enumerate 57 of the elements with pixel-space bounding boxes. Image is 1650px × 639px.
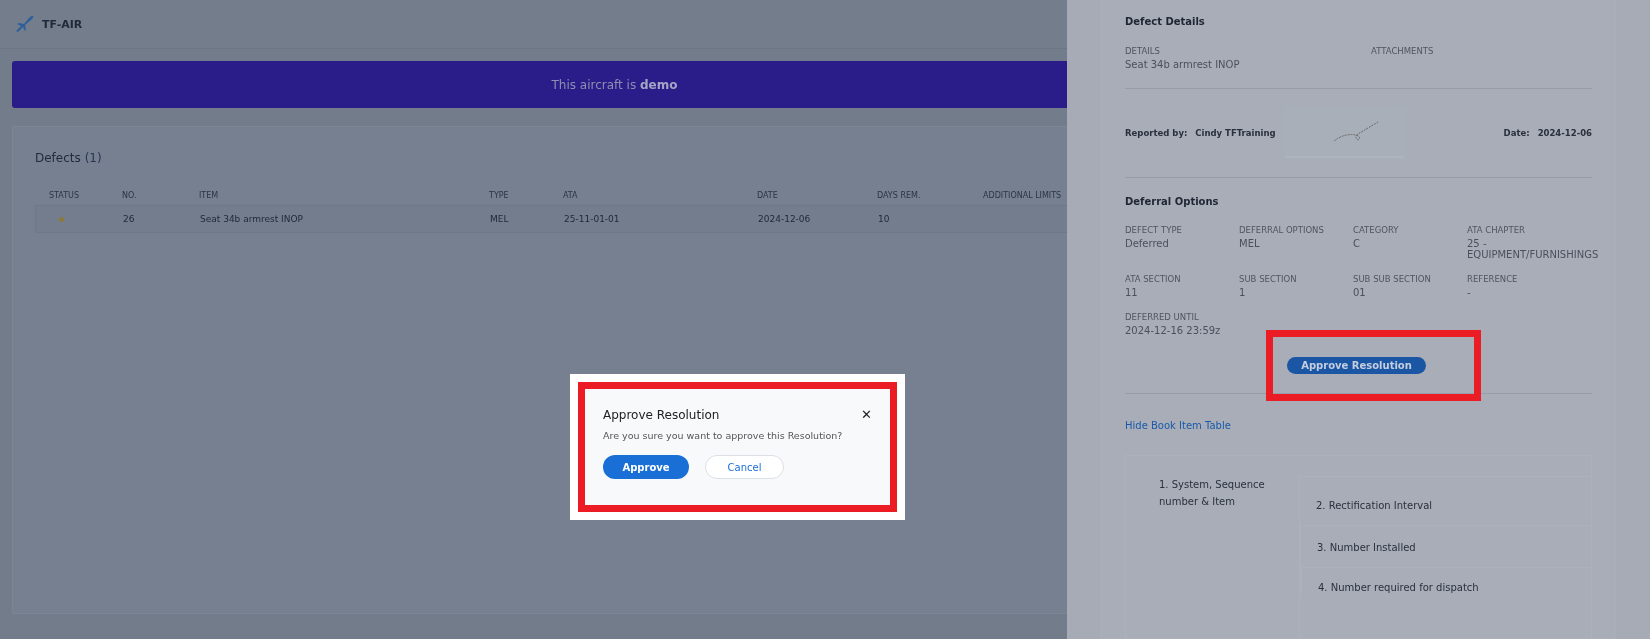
book-item-heading: 1. System, Sequence number & Item: [1159, 478, 1266, 509]
field-label: DEFERRED UNTIL: [1125, 312, 1200, 322]
table-cell-text: 26: [123, 214, 136, 224]
field-label: SUB SUB SECTION: [1353, 274, 1432, 284]
close-button[interactable]: ✕: [861, 407, 872, 422]
reporter-name: Cindy TFTraining: [1195, 128, 1276, 138]
field-value: 11: [1125, 287, 1139, 298]
field-value: 2024-12-16 23:59z: [1125, 325, 1222, 336]
table-cell-text: MEL: [490, 214, 510, 224]
field-value: -: [1467, 287, 1472, 298]
column-header: STATUS: [49, 190, 80, 200]
field-label: SUB SECTION: [1239, 274, 1298, 284]
defect-row[interactable]: 26 Seat 34b armrest INOP MEL 25-11-01-01 2024-12-06 10: [35, 205, 1067, 233]
section-title: Defect Details: [1125, 16, 1206, 27]
column-header: ITEM: [199, 190, 220, 200]
book-item-heading: 4. Number required for dispatch: [1318, 582, 1479, 593]
field-value: C: [1353, 238, 1361, 249]
field-value: Deferred: [1125, 238, 1170, 249]
field-value: MEL: [1239, 238, 1261, 249]
dialog-message: Are you sure you want to approve this Resolution?: [603, 430, 844, 441]
column-header: ADDITIONAL LIMITS: [983, 190, 1063, 200]
table-cell-text: 10: [878, 214, 891, 224]
field-label: REFERENCE: [1467, 274, 1519, 284]
book-item-heading: 2. Rectification Interval: [1316, 500, 1433, 511]
reported-by-label: Reported by:: [1125, 128, 1188, 138]
column-header: DATE: [757, 190, 779, 200]
table-cell-text: Seat 34b armrest INOP: [200, 214, 305, 224]
table-cell-text: 2024-12-06: [758, 214, 812, 224]
field-value: 25 - EQUIPMENT/FURNISHINGS: [1467, 238, 1599, 260]
hide-table-link[interactable]: Hide Book Item Table: [1125, 420, 1231, 431]
section-title: Deferral Options: [1125, 196, 1220, 207]
approve-button[interactable]: Approve: [603, 455, 689, 479]
field-label: ATTACHMENTS: [1371, 46, 1435, 56]
field-label: DEFERRAL OPTIONS: [1239, 225, 1325, 235]
book-item-heading: 3. Number Installed: [1317, 542, 1416, 553]
column-header: ATA: [563, 190, 579, 200]
field-label: CATEGORY: [1353, 225, 1400, 235]
status-banner: This aircraft is demo: [12, 61, 1067, 108]
cancel-button[interactable]: Cancel: [705, 455, 784, 479]
report-date: 2024-12-06: [1537, 128, 1592, 138]
dialog-title: Approve Resolution: [603, 407, 720, 422]
approve-resolution-button[interactable]: Approve Resolution: [1287, 357, 1426, 374]
field-value: Seat 34b armrest INOP: [1125, 59, 1241, 70]
field-label: DETAILS: [1125, 46, 1161, 56]
column-header: DAYS REM.: [877, 190, 922, 200]
field-label: ATA SECTION: [1125, 274, 1182, 284]
aircraft-title: TF-AIR: [42, 17, 83, 31]
field-label: DEFECT TYPE: [1125, 225, 1183, 235]
column-header: NO.: [122, 190, 138, 200]
field-value: 01: [1353, 287, 1367, 298]
column-header: TYPE: [489, 190, 510, 200]
table-cell-text: 25-11-01-01: [564, 214, 621, 224]
field-label: ATA CHAPTER: [1467, 225, 1526, 235]
airplane-icon: [14, 15, 34, 33]
field-value: 1: [1239, 287, 1247, 298]
defects-title: Defects (1): [35, 151, 103, 165]
date-label: Date:: [1503, 128, 1530, 138]
